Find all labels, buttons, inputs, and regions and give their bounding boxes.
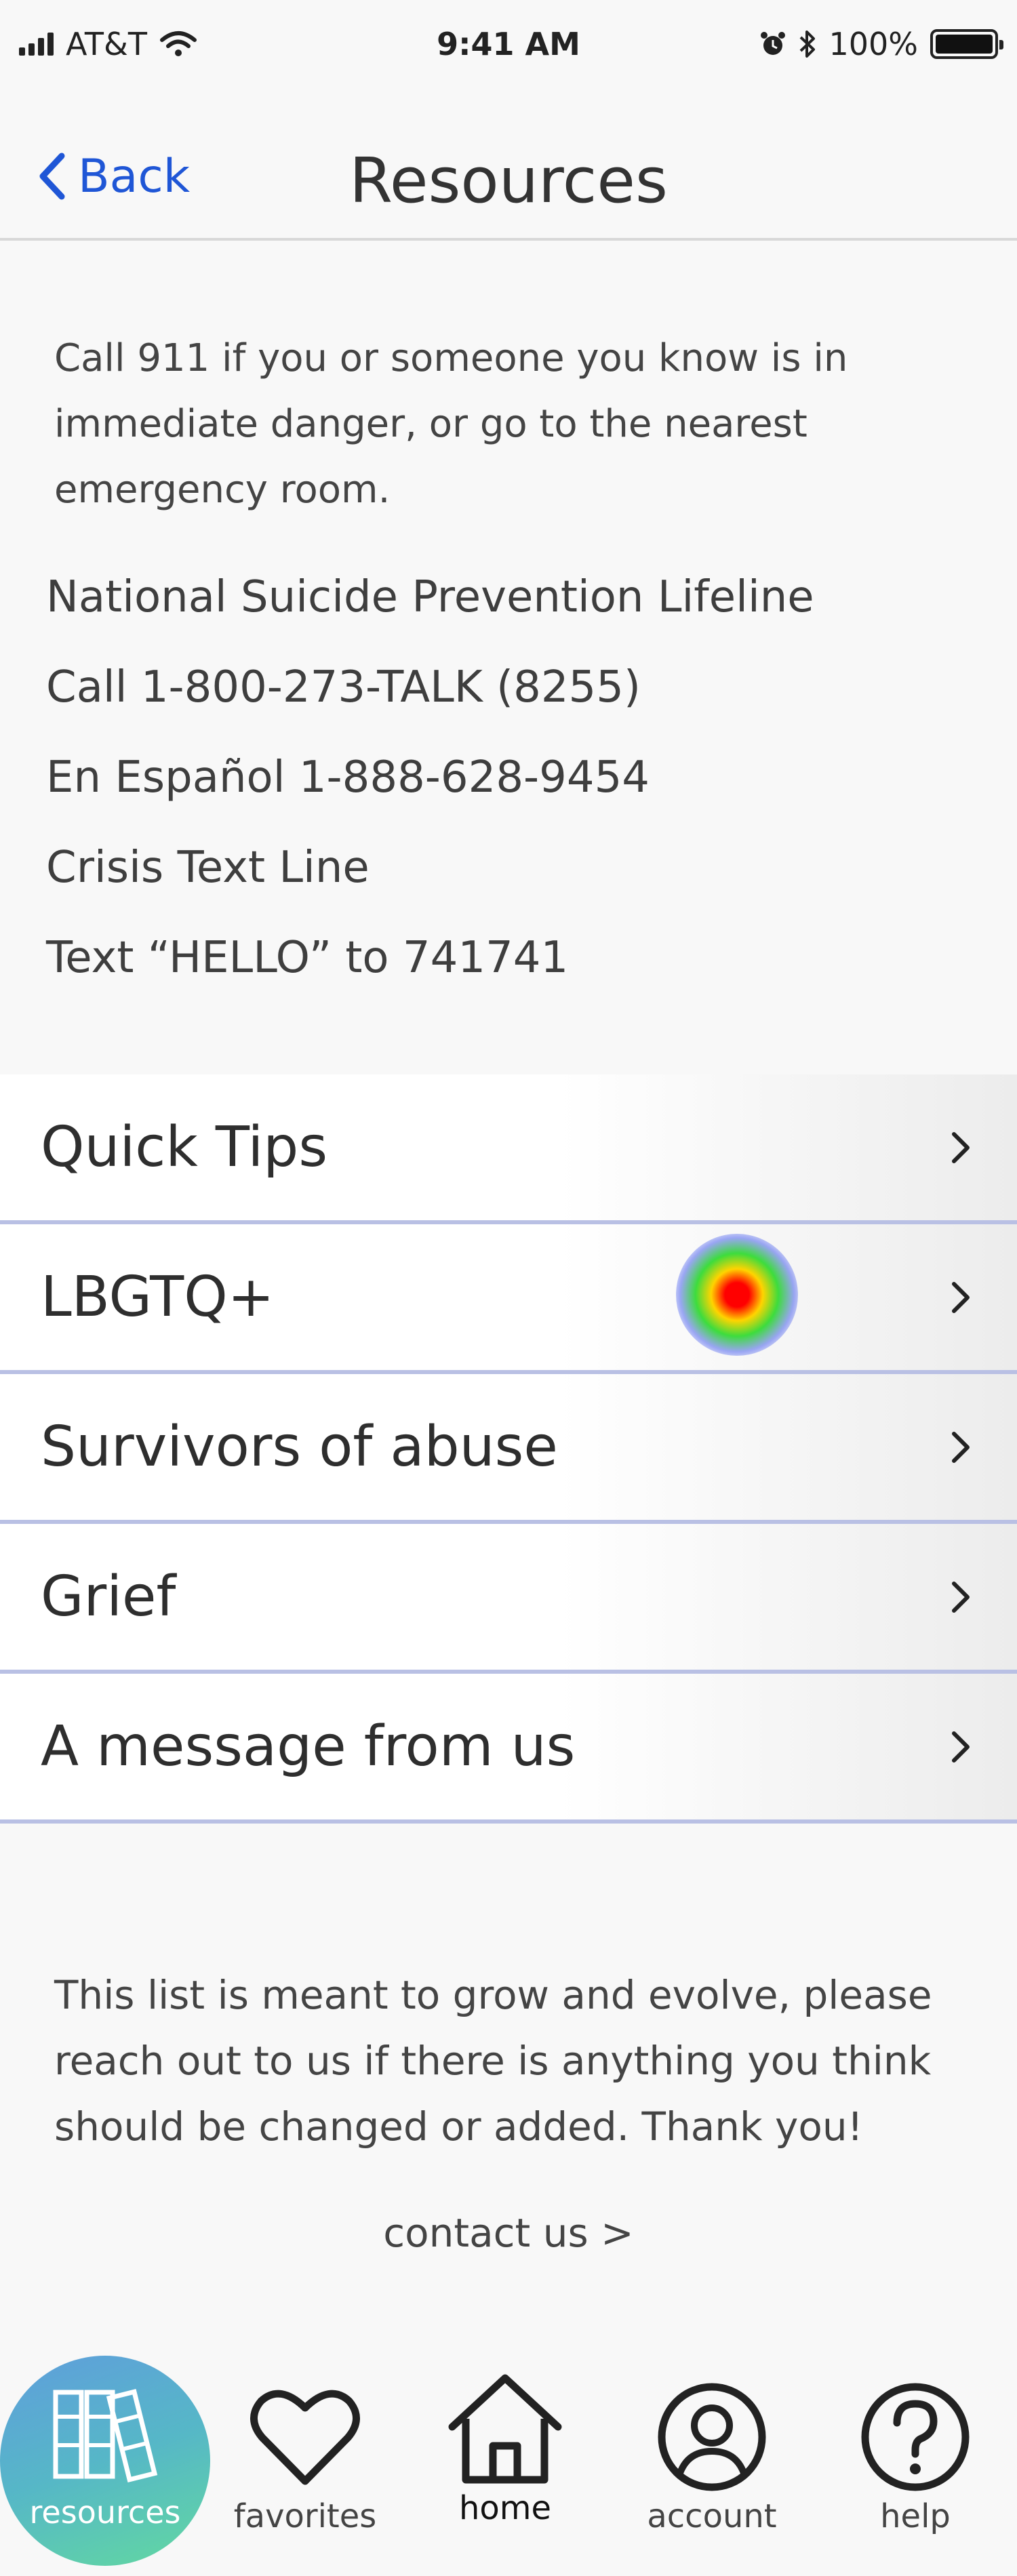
hotline-spanish-number[interactable]: En Español 1-888-628-9454 [46,733,961,823]
resource-item-label: Survivors of abuse [41,1415,558,1479]
wifi-icon [159,31,197,56]
emergency-notice: Call 911 if you or someone you know is i… [54,336,848,512]
resource-item-label: LBGTQ+ [41,1265,275,1329]
tab-help-label: help [880,2497,951,2535]
resource-item-grief[interactable]: Grief [0,1524,1017,1674]
resource-item-label: Quick Tips [41,1115,328,1180]
tab-favorites[interactable]: favorites [234,2339,376,2535]
tab-account-label: account [647,2497,777,2535]
battery-percent: 100% [829,26,918,62]
resource-item-quick-tips[interactable]: Quick Tips [0,1074,1017,1224]
tab-resources-label: resources [29,2494,181,2531]
alarm-icon [761,32,786,55]
tab-home-label: home [458,2489,552,2527]
resource-item-label: Grief [41,1565,176,1629]
status-bar: AT&T 9:41 AM 100% [0,0,1017,88]
resource-item-survivors-of-abuse[interactable]: Survivors of abuse [0,1374,1017,1524]
footer-note: This list is meant to grow and evolve, p… [54,1972,932,2150]
contact-us-link[interactable]: contact us > [0,2210,1017,2256]
help-icon [861,2383,970,2491]
tab-bar: resources favorites home account help [0,2339,1017,2576]
account-icon [658,2383,766,2491]
home-icon [448,2374,562,2484]
page-title: Resources [349,144,668,217]
status-right: 100% [759,26,1003,62]
tab-resources[interactable]: resources [0,2356,210,2566]
hotline-crisis-text-title: Crisis Text Line [46,843,370,893]
books-icon [53,2389,158,2483]
resource-item-label: A message from us [41,1714,576,1779]
chevron-right-icon [952,1431,970,1463]
resource-item-lbgtq[interactable]: LBGTQ+ [0,1224,1017,1374]
signal-icon [19,33,54,56]
tab-account[interactable]: account [644,2339,780,2535]
hotline-crisis-text-instructions[interactable]: Text “HELLO” to 741741 [46,913,961,1003]
resource-list: Quick Tips LBGTQ+ Survivors of abuse Gri… [0,1074,1017,1824]
battery-icon [930,29,1003,59]
chevron-right-icon [952,1581,970,1613]
chevron-right-icon [952,1131,970,1163]
carrier-label: AT&T [66,26,147,62]
hotline-list: National Suicide Prevention Lifeline Cal… [46,552,961,1003]
nav-bar: Back Resources [0,119,1017,241]
hotline-lifeline-number[interactable]: Call 1-800-273-TALK (8255) [46,643,961,733]
tab-help[interactable]: help [848,2339,983,2535]
tab-home[interactable]: home [437,2339,573,2527]
chevron-right-icon [952,1281,970,1313]
heart-icon [250,2390,360,2485]
tab-favorites-label: favorites [233,2497,377,2535]
status-left: AT&T [19,26,197,62]
resource-item-message-from-us[interactable]: A message from us [0,1674,1017,1824]
tap-indicator [676,1234,798,1356]
hotline-lifeline-title: National Suicide Prevention Lifeline [46,572,814,622]
chevron-right-icon [952,1731,970,1763]
bluetooth-icon [800,31,816,58]
